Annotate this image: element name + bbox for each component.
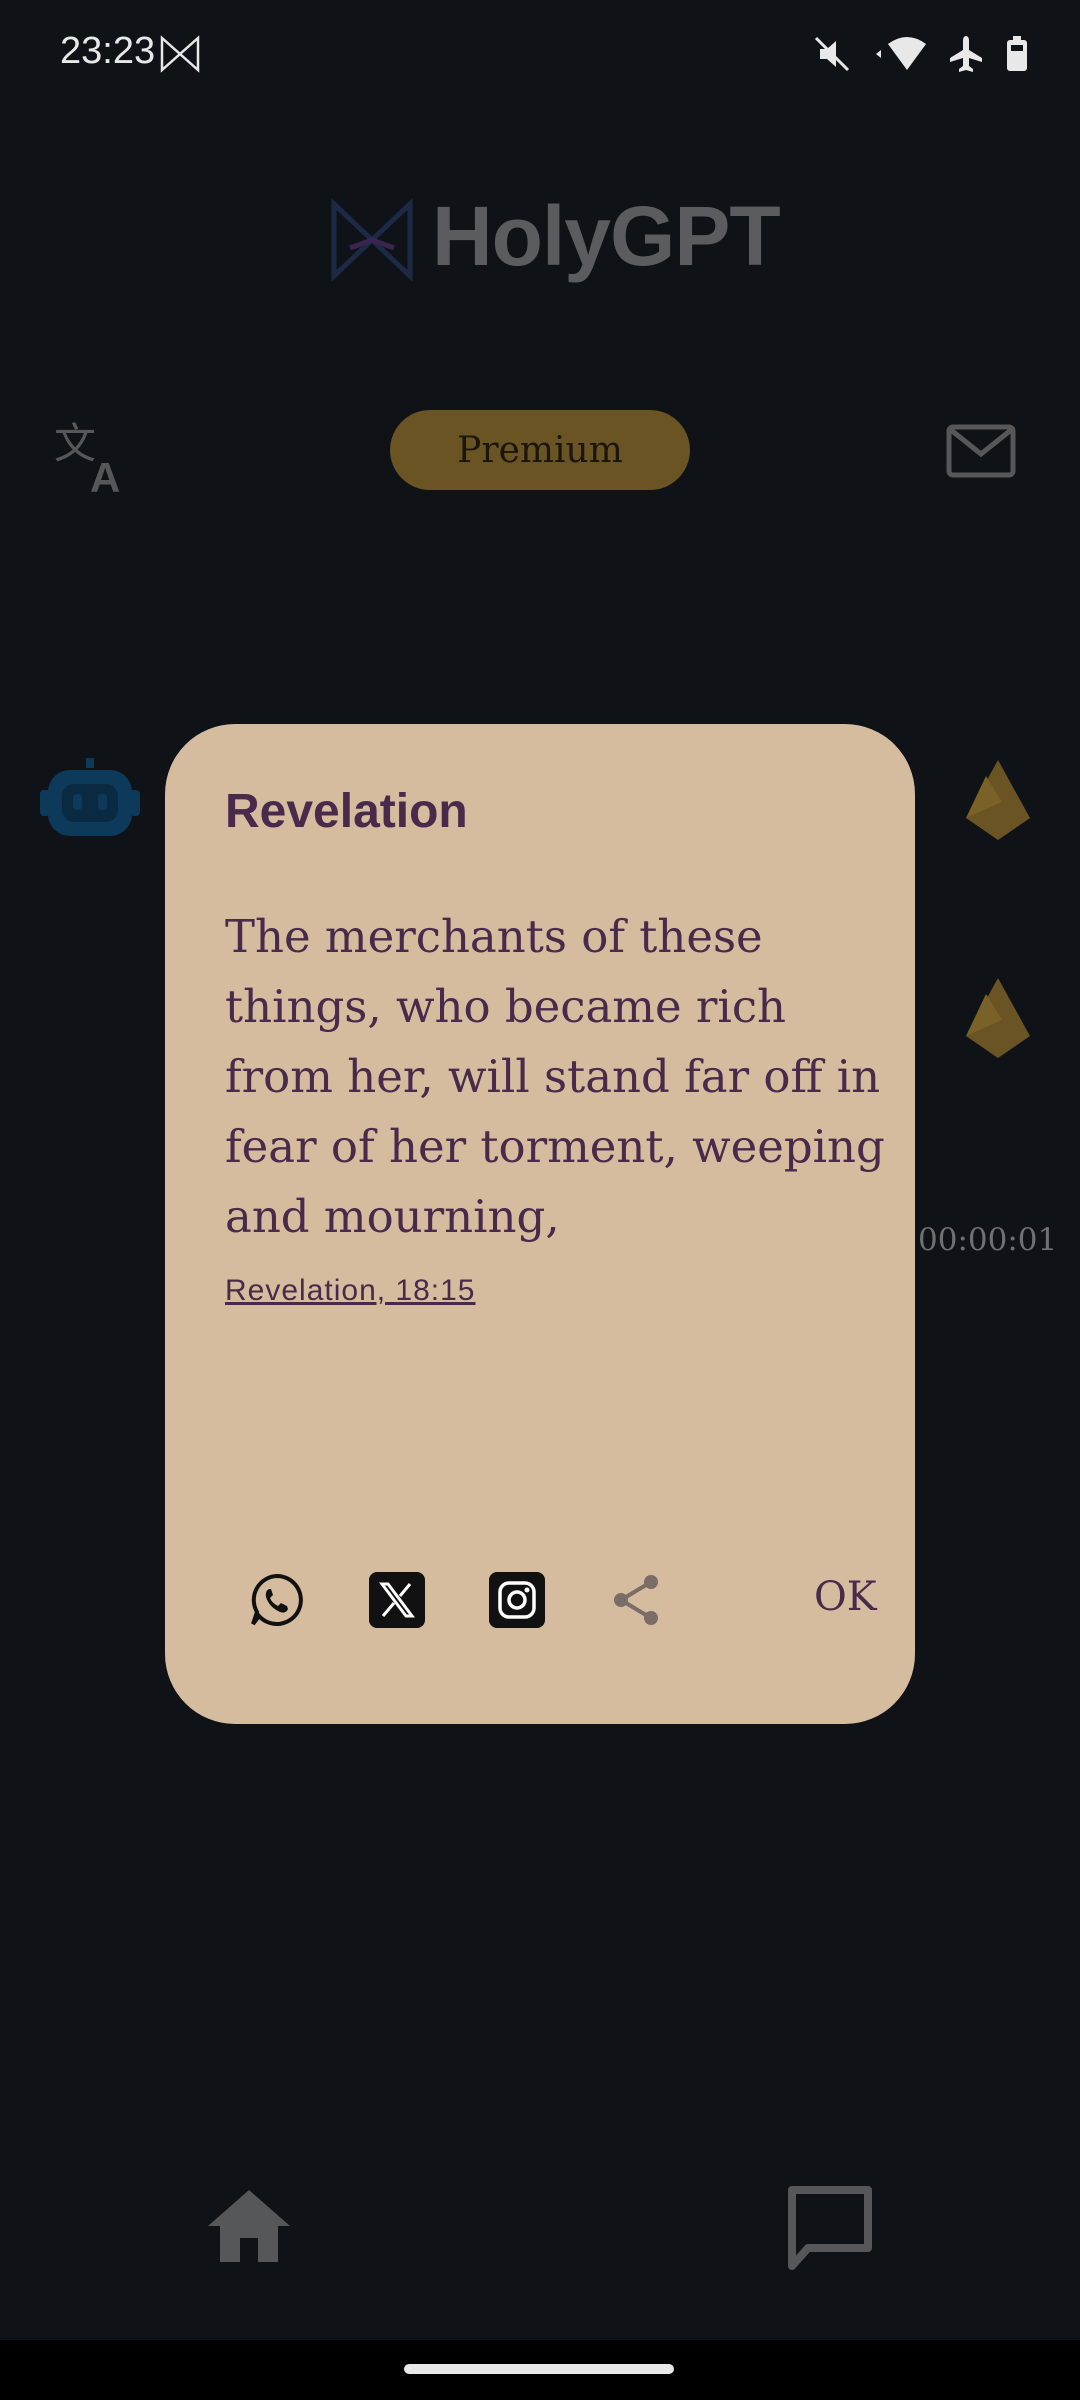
- instagram-icon[interactable]: [489, 1572, 545, 1628]
- translate-icon[interactable]: 文 A: [52, 414, 136, 498]
- battery-icon: [1007, 36, 1027, 71]
- mute-icon: [814, 36, 850, 72]
- app-notification-icon: [160, 35, 200, 73]
- firebase-icon: [966, 760, 1030, 840]
- home-icon[interactable]: [206, 2188, 292, 2264]
- share-actions: OK: [249, 1572, 877, 1632]
- dialog-title: Revelation: [225, 785, 468, 838]
- wifi-icon: [876, 37, 926, 70]
- firebase-icon: [966, 978, 1030, 1058]
- chat-icon[interactable]: [786, 2186, 874, 2272]
- status-icons: [812, 30, 1028, 78]
- verse-text: The merchants of these things, who becam…: [225, 910, 885, 1243]
- svg-text:A: A: [90, 454, 120, 498]
- mail-icon[interactable]: [946, 424, 1016, 478]
- whatsapp-icon[interactable]: [249, 1572, 305, 1628]
- airplane-icon: [950, 36, 982, 72]
- status-time: 23:23: [60, 30, 156, 72]
- premium-button[interactable]: Premium: [390, 410, 690, 490]
- app-title: HolyGPT: [432, 189, 781, 283]
- robot-icon: [40, 758, 140, 836]
- ok-button[interactable]: OK: [814, 1574, 877, 1620]
- share-icon[interactable]: [609, 1572, 665, 1628]
- app-logo-icon: [331, 198, 413, 282]
- home-indicator[interactable]: [404, 2364, 674, 2374]
- x-icon[interactable]: [369, 1572, 425, 1628]
- verse-dialog: Revelation The merchants of these things…: [165, 724, 915, 1724]
- timer-text: 00:00:01: [918, 1222, 1058, 1258]
- verse-reference[interactable]: Revelation, 18:15: [225, 1274, 476, 1308]
